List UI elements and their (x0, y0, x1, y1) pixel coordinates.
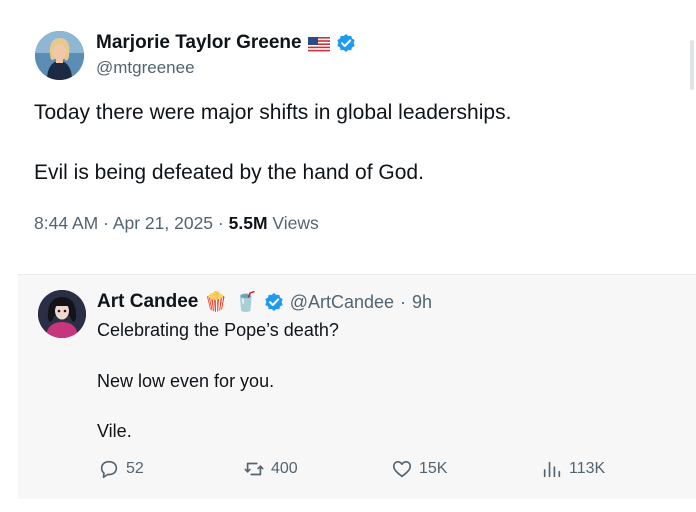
tweet-meta: 8:44 AM · Apr 21, 2025 · 5.5M Views (34, 213, 319, 234)
reply-author-name[interactable]: Art Candee (97, 291, 198, 313)
tweet-time[interactable]: 8:44 AM (34, 213, 98, 233)
repost-icon (244, 462, 264, 476)
reply-text-line-1: Celebrating the Pope’s death? (97, 320, 339, 340)
views-count: 5.5M (228, 213, 268, 233)
reply-count: 52 (126, 460, 144, 477)
heart-icon (392, 461, 412, 478)
reply-author-avatar[interactable] (38, 290, 86, 338)
reply-age[interactable]: 9h (412, 292, 432, 313)
verified-badge-icon (264, 292, 284, 312)
reply-text-line-3: Vile. (97, 421, 132, 441)
author-avatar[interactable] (35, 31, 84, 80)
repost-action-button[interactable]: 400 (243, 458, 298, 480)
popcorn-emoji-icon: 🍿 (204, 292, 229, 313)
author-name-row: Marjorie Taylor Greene (96, 32, 356, 54)
author-name[interactable]: Marjorie Taylor Greene (96, 32, 302, 54)
like-action-button[interactable]: 15K (391, 458, 447, 480)
verified-badge-icon (336, 33, 356, 53)
bar-chart-icon (543, 461, 561, 478)
reply-author-handle[interactable]: @ArtCandee (290, 292, 394, 313)
reply-action-button[interactable]: 52 (98, 458, 144, 480)
repost-count: 400 (271, 460, 298, 477)
author-handle[interactable]: @mtgreenee (96, 58, 195, 78)
meta-separator: · (400, 291, 407, 312)
reply-text-line-2: New low even for you. (97, 371, 275, 391)
tweet-text-line-1: Today there were major shifts in global … (34, 101, 512, 124)
views-action-button[interactable]: 113K (541, 458, 605, 480)
soda-cup-emoji-icon: 🥤 (234, 292, 258, 313)
tweet-date[interactable]: Apr 21, 2025 (113, 213, 213, 233)
like-count: 15K (419, 460, 448, 477)
us-flag-icon (307, 36, 330, 52)
reply-header: Art Candee 🍿 🥤 @ArtCandee · 9h (97, 290, 432, 314)
speech-bubble-icon (100, 460, 118, 479)
scrollbar-thumb[interactable] (690, 40, 694, 90)
views-count: 113K (569, 460, 606, 477)
meta-separator: · (217, 213, 224, 233)
meta-separator: · (103, 213, 109, 233)
tweet-text-line-2: Evil is being defeated by the hand of Go… (34, 161, 424, 184)
views-label: Views (272, 213, 319, 233)
